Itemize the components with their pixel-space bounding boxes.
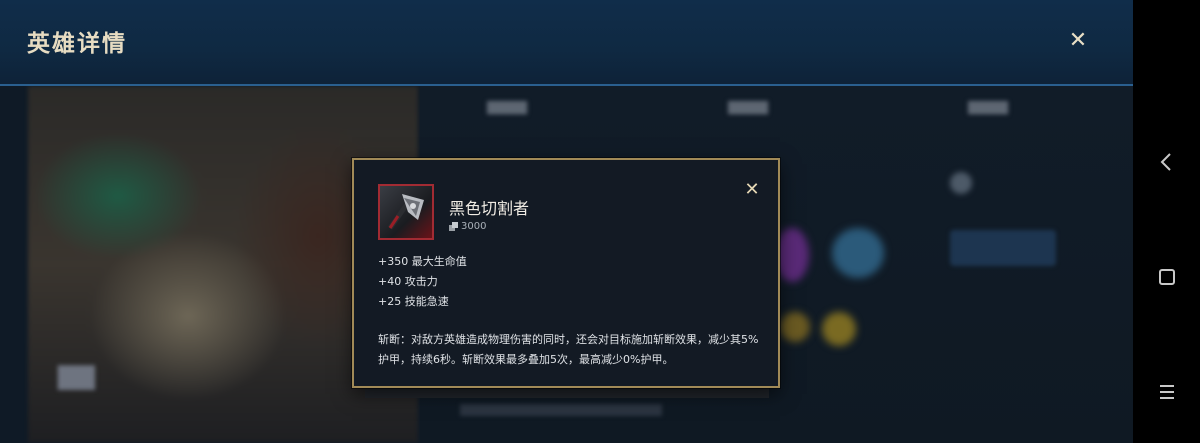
- app-window: ▇▇▇▇ ▇▇▇▇ ▇▇▇▇ ▇▇ 英雄详情 ✕ 黑色切割者 3000 ✕ +3…: [0, 0, 1133, 443]
- page-title: 英雄详情: [27, 31, 127, 57]
- item-detail-popup: 黑色切割者 3000 ✕ +350 最大生命值 +40 攻击力 +25 技能急速…: [352, 158, 780, 388]
- item-cost-value: 3000: [461, 221, 487, 232]
- item-cost: 3000: [449, 221, 486, 232]
- menu-icon[interactable]: [1153, 378, 1181, 406]
- background-rune-icon: [780, 312, 810, 342]
- item-stat: +350 最大生命值: [378, 255, 467, 268]
- black-cleaver-axe-icon: [378, 184, 434, 240]
- background-icon: [950, 172, 972, 194]
- close-icon[interactable]: ✕: [1066, 29, 1090, 53]
- home-icon[interactable]: [1153, 263, 1181, 291]
- back-icon[interactable]: [1153, 148, 1181, 176]
- gold-coin-icon: [449, 222, 458, 231]
- system-nav-bar: [1133, 0, 1200, 443]
- background-text-bar: [460, 404, 662, 416]
- background-tab: ▇▇▇▇: [487, 100, 527, 115]
- background-item-icon: [775, 228, 809, 282]
- hero-name-blurred: ▇▇: [58, 362, 95, 390]
- item-stat: +25 技能急速: [378, 295, 449, 308]
- item-stat: +40 攻击力: [378, 275, 438, 288]
- background-tab: ▇▇▇▇: [968, 100, 1008, 115]
- header-bar: 英雄详情 ✕: [0, 0, 1133, 86]
- popup-underlay: [365, 388, 769, 398]
- background-button: [950, 230, 1056, 266]
- item-name: 黑色切割者: [449, 199, 530, 218]
- popup-close-icon[interactable]: ✕: [742, 180, 762, 200]
- background-item-icon: [832, 228, 884, 278]
- background-rune-icon: [822, 312, 856, 346]
- item-passive-description: 斩断：对敌方英雄造成物理伤害的同时，还会对目标施加斩断效果，减少其5%护甲，持续…: [378, 333, 759, 366]
- background-tab: ▇▇▇▇: [728, 100, 768, 115]
